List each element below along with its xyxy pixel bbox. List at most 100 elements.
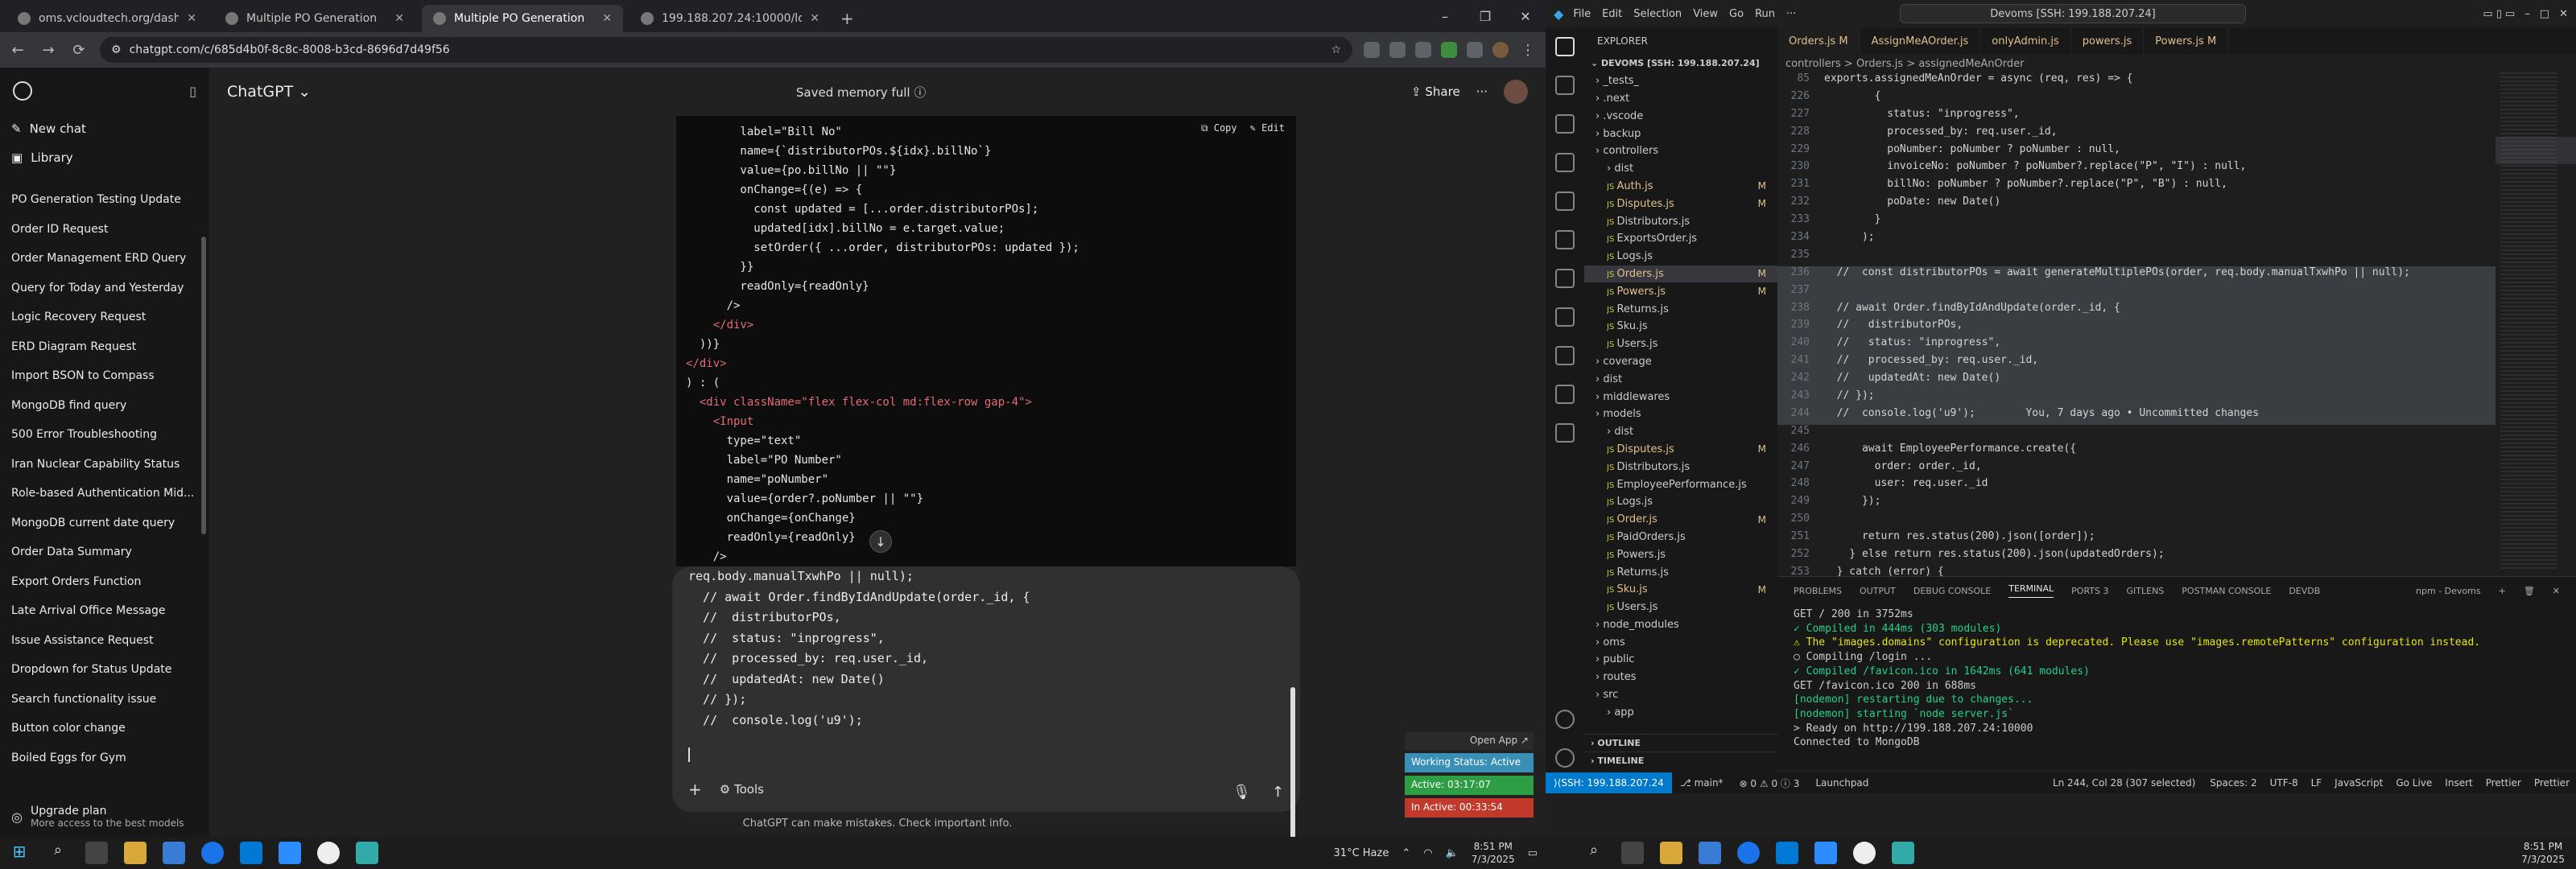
file-item[interactable]: JS Distributors.js: [1584, 212, 1777, 230]
profile-avatar[interactable]: [1492, 41, 1509, 58]
line-ending[interactable]: LF: [2305, 777, 2329, 789]
minimize-icon[interactable]: –: [2524, 8, 2530, 20]
file-item[interactable]: JS Powers.js: [1584, 546, 1777, 563]
folder-item[interactable]: › dist: [1584, 370, 1777, 388]
model-selector[interactable]: ChatGPT ⌄: [227, 83, 311, 101]
menu-file[interactable]: File: [1573, 8, 1591, 20]
file-item[interactable]: JS Order.js M: [1584, 511, 1777, 529]
notification-icon[interactable]: ▭: [1528, 847, 1538, 859]
settings-gear-icon[interactable]: [1546, 739, 1584, 777]
folder-item[interactable]: › oms: [1584, 633, 1777, 651]
file-explorer-icon[interactable]: [124, 842, 147, 864]
composer-text[interactable]: req.body.manualTxwhPo || null); // await…: [688, 566, 1284, 731]
panel-tab[interactable]: GITLENS: [2127, 586, 2165, 596]
file-explorer-icon[interactable]: [1660, 842, 1682, 864]
weather-widget[interactable]: 31°C Haze: [1334, 847, 1389, 859]
chrome-icon[interactable]: [1737, 842, 1760, 864]
new-chat-button[interactable]: ✎ New chat: [0, 114, 209, 143]
file-item[interactable]: JS Logs.js: [1584, 248, 1777, 266]
store-icon[interactable]: [163, 842, 185, 864]
message-composer[interactable]: req.body.manualTxwhPo || null); // await…: [672, 566, 1300, 848]
folder-item[interactable]: › .vscode: [1584, 107, 1777, 125]
live-share-icon[interactable]: [1546, 375, 1584, 414]
timeline-section[interactable]: › TIMELINE: [1584, 752, 1777, 769]
menu-selection[interactable]: Selection: [1633, 8, 1682, 20]
folder-item[interactable]: › .next: [1584, 90, 1777, 108]
folder-item[interactable]: › node_modules: [1584, 616, 1777, 634]
user-avatar[interactable]: [1504, 80, 1528, 104]
search-icon[interactable]: ⌕: [1583, 842, 1605, 864]
language-mode[interactable]: JavaScript: [2328, 777, 2389, 789]
tab-close-icon[interactable]: ✕: [187, 12, 196, 25]
app-icon[interactable]: [356, 842, 378, 864]
postman-icon[interactable]: [1546, 298, 1584, 336]
file-item[interactable]: JS Disputes.js M: [1584, 195, 1777, 212]
panel-tab[interactable]: PORTS 3: [2071, 586, 2108, 596]
file-item[interactable]: JS Returns.js: [1584, 563, 1777, 581]
outline-section[interactable]: › OUTLINE: [1584, 734, 1777, 752]
toggle-sidebar-icon[interactable]: ▯: [189, 84, 196, 99]
devdb-icon[interactable]: [1546, 336, 1584, 375]
new-tab-button[interactable]: +: [831, 5, 864, 32]
chat-history-item[interactable]: Issue Assistance Request: [0, 626, 209, 656]
app-icon[interactable]: [1892, 842, 1914, 864]
chat-history-item[interactable]: PO Generation Testing Update: [0, 185, 209, 215]
vscode-icon[interactable]: [1776, 842, 1798, 864]
folder-item[interactable]: › _tests_: [1584, 72, 1777, 90]
panel-tab[interactable]: DEBUG CONSOLE: [1913, 586, 1991, 596]
minimap[interactable]: [2496, 72, 2576, 576]
editor-tab[interactable]: Orders.js M: [1777, 27, 1860, 55]
menu-[interactable]: ···: [1786, 8, 1796, 20]
copy-button[interactable]: ⧉ Copy: [1201, 122, 1237, 134]
browser-tab[interactable]: 199.188.207.24:10000/login ✕: [630, 5, 831, 32]
explorer-icon[interactable]: [1546, 27, 1584, 66]
folder-item[interactable]: › app: [1584, 703, 1777, 721]
chat-history-item[interactable]: Late Arrival Office Message: [0, 596, 209, 626]
launchpad-button[interactable]: Launchpad: [1807, 777, 1876, 789]
task-view-icon[interactable]: [85, 842, 108, 864]
menu-view[interactable]: View: [1693, 8, 1718, 20]
url-field[interactable]: ⚙ chatgpt.com/c/685d4b0f-8c8c-8008-b3cd-…: [100, 37, 1352, 63]
zoom-icon[interactable]: [279, 842, 301, 864]
folder-item[interactable]: › coverage: [1584, 353, 1777, 371]
store-icon[interactable]: [1699, 842, 1721, 864]
chat-history-item[interactable]: Button color change: [0, 714, 209, 743]
workspace-root[interactable]: ⌄ DEVOMS [SSH: 199.188.207.24]: [1584, 55, 1777, 72]
browser-tab[interactable]: oms.vcloudtech.org/dashboard ✕: [6, 5, 208, 32]
reload-icon[interactable]: ⟳: [69, 42, 89, 59]
scroll-down-icon[interactable]: ↓: [869, 530, 892, 553]
chat-history-item[interactable]: MongoDB find query: [0, 391, 209, 421]
chat-history-item[interactable]: MongoDB current date query: [0, 509, 209, 538]
task-view-icon[interactable]: [1621, 842, 1644, 864]
panel-tab[interactable]: OUTPUT: [1860, 586, 1896, 596]
chat-history-item[interactable]: 500 Error Troubleshooting: [0, 420, 209, 450]
layout-icon[interactable]: ▭ ▯ ▭: [2483, 8, 2515, 20]
account-icon[interactable]: [1546, 700, 1584, 739]
extension-icon[interactable]: [1389, 41, 1406, 58]
tab-close-icon[interactable]: ✕: [810, 12, 819, 25]
chat-history-item[interactable]: Search functionality issue: [0, 685, 209, 715]
folder-item[interactable]: › src: [1584, 686, 1777, 704]
tray-chevron-icon[interactable]: ⌃: [1402, 847, 1410, 859]
folder-item[interactable]: › dist: [1584, 160, 1777, 178]
file-item[interactable]: JS Returns.js: [1584, 300, 1777, 318]
file-item[interactable]: JS Logs.js: [1584, 493, 1777, 511]
chat-history-item[interactable]: Boiled Eggs for Gym: [0, 743, 209, 773]
file-item[interactable]: JS Disputes.js M: [1584, 441, 1777, 459]
taskbar-clock[interactable]: 8:51 PM 7/3/2025: [1472, 840, 1515, 866]
extension-icon[interactable]: [1415, 41, 1431, 58]
command-center-search[interactable]: Devoms [SSH: 199.188.207.24]: [1900, 4, 2246, 23]
vscode-icon[interactable]: [240, 842, 262, 864]
folder-item[interactable]: › public: [1584, 651, 1777, 669]
close-panel-icon[interactable]: ✕: [2553, 586, 2560, 596]
menu-run[interactable]: Run: [1755, 8, 1775, 20]
more-options-icon[interactable]: ···: [1476, 84, 1488, 99]
site-info-icon[interactable]: ⚙: [111, 43, 122, 56]
share-button[interactable]: ⇪ Share: [1411, 84, 1460, 99]
tools-button[interactable]: ⚙ Tools: [720, 782, 764, 797]
terminal-output[interactable]: GET / 200 in 3752ms ✓ Compiled in 444ms (…: [1777, 604, 2576, 753]
file-item[interactable]: JS PaidOrders.js: [1584, 529, 1777, 546]
remote-explorer-icon[interactable]: [1546, 220, 1584, 259]
open-app-button[interactable]: Open App ↗: [1405, 732, 1534, 750]
windows-start-icon[interactable]: ⊞: [8, 842, 31, 864]
